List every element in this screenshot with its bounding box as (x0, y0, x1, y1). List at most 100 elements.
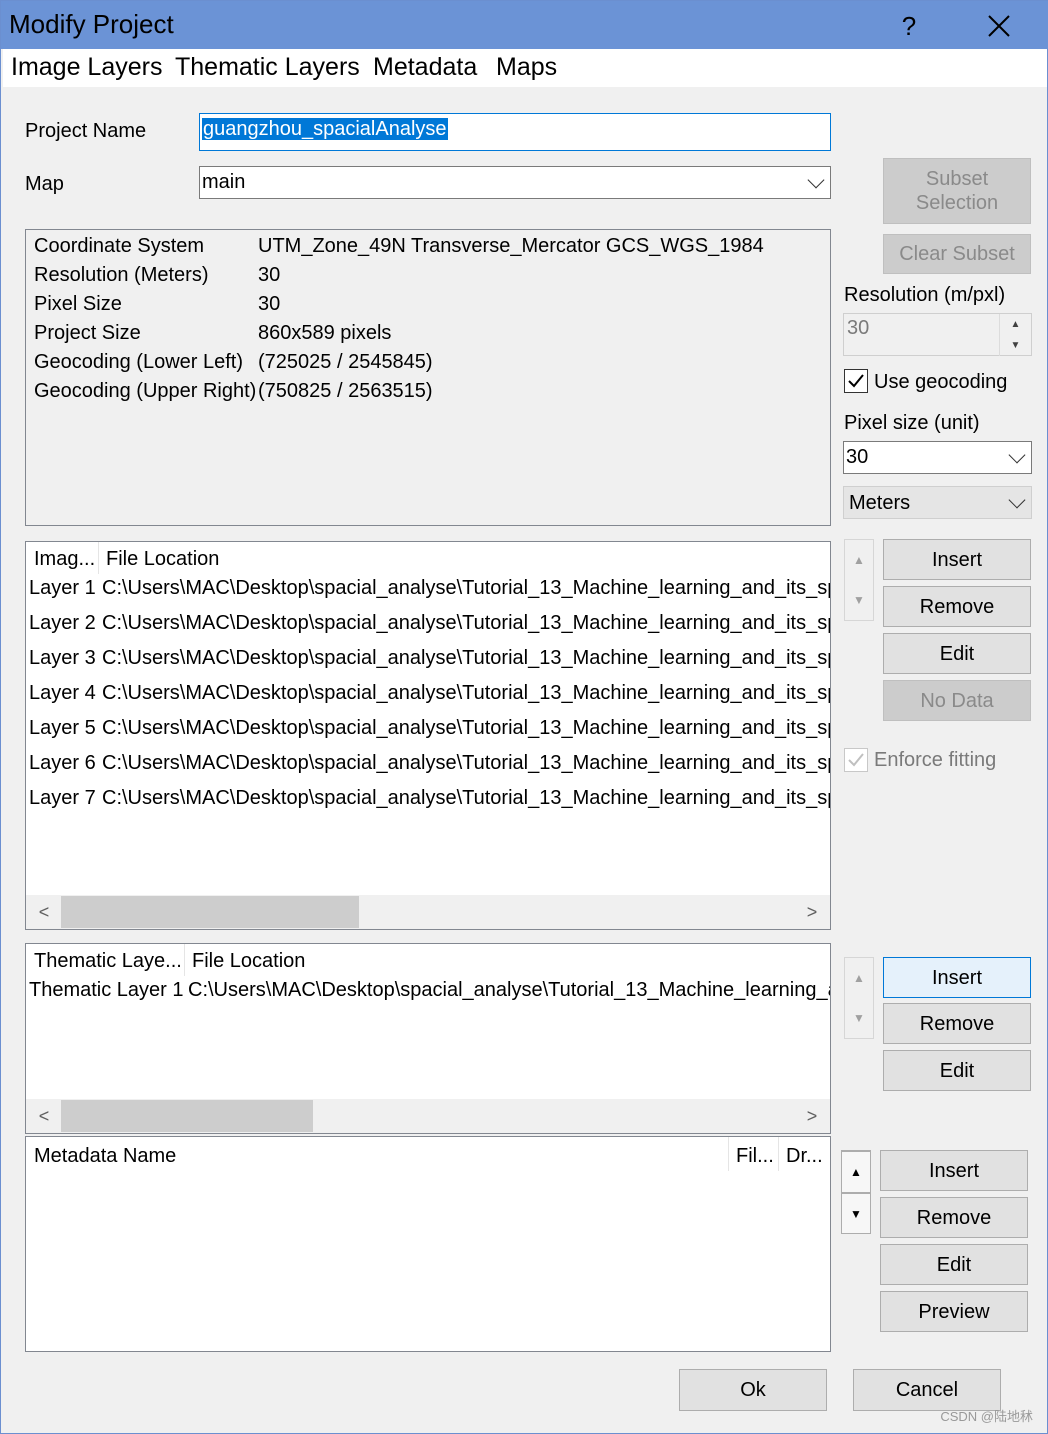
column-separator[interactable] (778, 1137, 779, 1171)
scroll-right-icon[interactable]: > (802, 1106, 822, 1127)
info-value: (725025 / 2545845) (258, 351, 433, 373)
layer-name: Layer 6 (29, 752, 96, 774)
info-key: Coordinate System (34, 235, 205, 257)
info-row: Geocoding (Upper Right) (750825 / 256351… (34, 380, 433, 409)
metadata-remove-button[interactable]: Remove (880, 1197, 1028, 1238)
unit-select[interactable]: Meters (843, 486, 1032, 519)
no-data-button[interactable]: No Data (883, 680, 1031, 721)
pixel-size-label: Pixel size (unit) (844, 412, 980, 434)
horizontal-scrollbar[interactable]: < > (26, 1099, 830, 1133)
thematic-edit-button[interactable]: Edit (883, 1050, 1031, 1091)
spin-down-arrow-icon[interactable]: ▼ (999, 335, 1031, 356)
info-key: Resolution (Meters) (34, 264, 209, 286)
image-remove-button[interactable]: Remove (883, 586, 1031, 627)
image-layers-list[interactable]: Imag... File Location Layer 1 C:\Users\M… (25, 541, 831, 930)
column-header-file-location[interactable]: File Location (192, 950, 305, 973)
unit-select-value: Meters (849, 492, 911, 514)
layer-path: C:\Users\MAC\Desktop\spacial_analyse\Tut… (102, 752, 831, 774)
layer-name: Layer 2 (29, 612, 96, 634)
layer-path: C:\Users\MAC\Desktop\spacial_analyse\Tut… (102, 787, 831, 809)
use-geocoding-checkbox[interactable] (844, 369, 868, 393)
clear-subset-button[interactable]: Clear Subset (883, 234, 1031, 274)
layer-name: Layer 4 (29, 682, 96, 704)
resolution-spinbox[interactable]: 30 ▲ ▼ (843, 313, 1032, 356)
use-geocoding-label: Use geocoding (874, 371, 1008, 393)
ok-button[interactable]: Ok (679, 1369, 827, 1411)
layer-name: Layer 3 (29, 647, 96, 669)
info-row: Project Size 860x589 pixels (34, 322, 391, 351)
checkmark-icon (848, 753, 864, 767)
scrollbar-thumb[interactable] (61, 896, 359, 928)
column-header-file-location[interactable]: File Location (106, 548, 219, 571)
info-key: Pixel Size (34, 293, 122, 315)
info-value: (750825 / 2563515) (258, 380, 433, 402)
spin-up-arrow-icon[interactable]: ▲ (999, 314, 1031, 335)
menu-maps[interactable]: Maps (496, 53, 557, 82)
layer-path: C:\Users\MAC\Desktop\spacial_analyse\Tut… (102, 682, 831, 704)
project-info-panel: Coordinate System UTM_Zone_49N Transvers… (25, 229, 831, 526)
metadata-list[interactable]: Metadata Name Fil... Dr... (25, 1136, 831, 1352)
project-name-label: Project Name (25, 120, 147, 142)
layer-name: Layer 5 (29, 717, 96, 739)
layer-path: C:\Users\MAC\Desktop\spacial_analyse\Tut… (188, 979, 831, 1001)
move-up-icon[interactable]: ▲ (841, 1151, 871, 1193)
map-select[interactable]: main (199, 166, 831, 199)
chevron-down-icon (807, 171, 825, 188)
image-edit-button[interactable]: Edit (883, 633, 1031, 674)
info-value: 860x589 pixels (258, 322, 392, 344)
resolution-value: 30 (847, 317, 870, 339)
menu-image-layers[interactable]: Image Layers (11, 53, 162, 82)
move-down-icon[interactable]: ▼ (845, 580, 873, 620)
info-key: Geocoding (Upper Right) (34, 380, 257, 402)
layer-path: C:\Users\MAC\Desktop\spacial_analyse\Tut… (102, 717, 831, 739)
title-bar: Modify Project ? (1, 1, 1048, 49)
thematic-remove-button[interactable]: Remove (883, 1003, 1031, 1044)
metadata-edit-button[interactable]: Edit (880, 1244, 1028, 1285)
scroll-left-icon[interactable]: < (34, 1106, 54, 1127)
scroll-left-icon[interactable]: < (34, 902, 54, 923)
column-separator[interactable] (98, 542, 99, 574)
image-layer-move-updown: ▲ ▼ (844, 539, 874, 621)
pixel-size-select[interactable]: 30 (843, 441, 1032, 474)
column-separator[interactable] (728, 1137, 729, 1171)
close-button[interactable] (979, 9, 1019, 43)
column-header-metadata-name[interactable]: Metadata Name (34, 1145, 176, 1168)
column-header-file[interactable]: Fil... (736, 1145, 774, 1168)
column-separator[interactable] (184, 944, 185, 976)
metadata-preview-button[interactable]: Preview (880, 1291, 1028, 1332)
info-value: 30 (258, 293, 281, 315)
layer-name: Thematic Layer 1 (29, 979, 184, 1001)
project-name-value: guangzhou_spacialAnalyse (202, 118, 448, 140)
scroll-right-icon[interactable]: > (802, 902, 822, 923)
layer-path: C:\Users\MAC\Desktop\spacial_analyse\Tut… (102, 612, 831, 634)
chevron-down-icon (1008, 491, 1026, 508)
move-up-icon[interactable]: ▲ (845, 540, 873, 580)
info-row: Pixel Size 30 (34, 293, 280, 322)
column-header-thematic-layer[interactable]: Thematic Laye... (34, 950, 182, 973)
metadata-move-updown: ▲ ▼ (841, 1150, 871, 1234)
horizontal-scrollbar[interactable]: < > (26, 895, 830, 929)
move-down-icon[interactable]: ▼ (841, 1193, 871, 1234)
help-button[interactable]: ? (889, 9, 929, 43)
enforce-fitting-label: Enforce fitting (874, 749, 997, 771)
subset-selection-button[interactable]: Subset Selection (883, 158, 1031, 224)
project-name-input[interactable]: guangzhou_spacialAnalyse (199, 113, 831, 151)
column-header-driver[interactable]: Dr... (786, 1145, 823, 1168)
thematic-layer-move-updown: ▲ ▼ (844, 957, 874, 1039)
image-insert-button[interactable]: Insert (883, 539, 1031, 580)
menu-thematic-layers[interactable]: Thematic Layers (175, 53, 360, 82)
enforce-fitting-checkbox[interactable] (844, 748, 868, 772)
menu-metadata[interactable]: Metadata (373, 53, 477, 82)
move-down-icon[interactable]: ▼ (845, 998, 873, 1038)
metadata-insert-button[interactable]: Insert (880, 1150, 1028, 1191)
thematic-insert-button[interactable]: Insert (883, 957, 1031, 998)
thematic-layers-list[interactable]: Thematic Laye... File Location Thematic … (25, 943, 831, 1134)
column-header-image[interactable]: Imag... (34, 548, 95, 571)
map-label: Map (25, 173, 64, 195)
menu-bar: Image Layers Thematic Layers Metadata Ma… (3, 49, 1047, 87)
watermark: CSDN @陆地秫 (940, 1409, 1033, 1424)
layer-path: C:\Users\MAC\Desktop\spacial_analyse\Tut… (102, 577, 831, 599)
scrollbar-thumb[interactable] (61, 1100, 313, 1132)
move-up-icon[interactable]: ▲ (845, 958, 873, 998)
cancel-button[interactable]: Cancel (853, 1369, 1001, 1411)
